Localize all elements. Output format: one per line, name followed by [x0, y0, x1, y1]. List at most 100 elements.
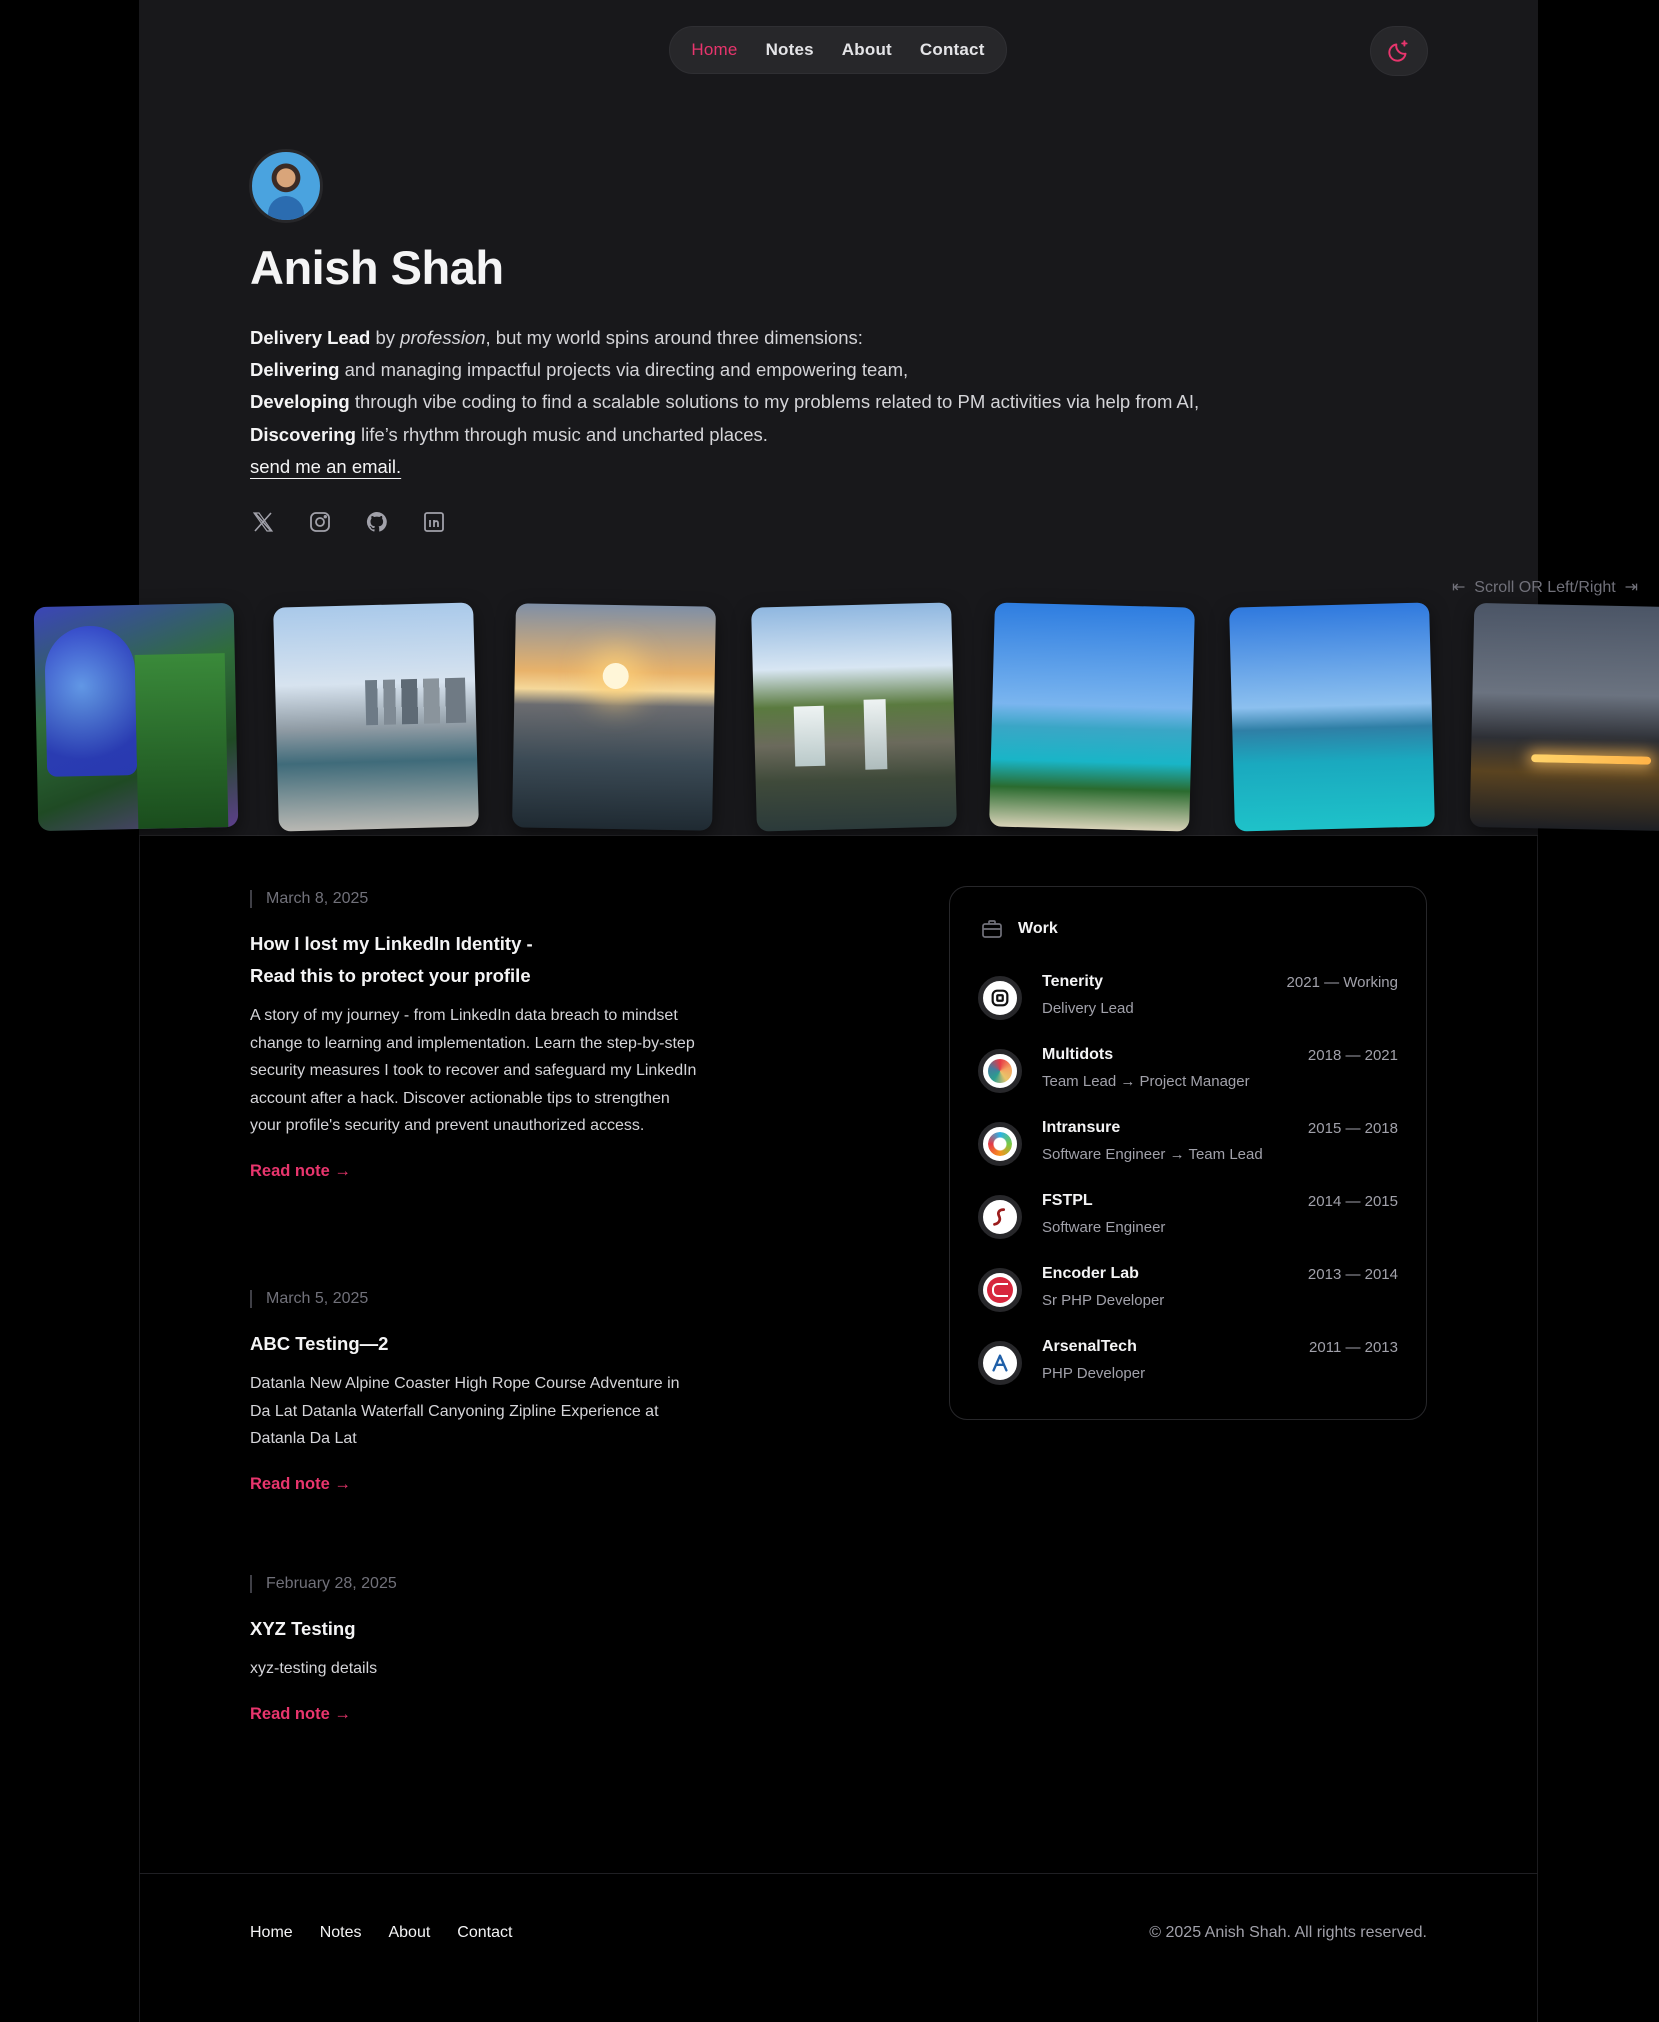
bio-role: Delivery Lead — [250, 327, 371, 348]
avatar — [249, 149, 323, 223]
email-link[interactable]: send me an email. — [250, 456, 401, 477]
theme-toggle-button[interactable] — [1370, 26, 1428, 76]
work-item: ArsenalTech PHP Developer 2011 — 2013 — [978, 1338, 1398, 1390]
bio-intro: , but my world spins around three dimens… — [485, 327, 863, 348]
work-item: Intransure Software Engineer → Team Lead… — [978, 1119, 1398, 1171]
night-city-photo[interactable] — [1469, 602, 1659, 832]
beach-photo[interactable] — [989, 602, 1195, 832]
note-date: March 8, 2025 — [250, 890, 700, 908]
bio-line-5: send me an email. — [250, 451, 1350, 483]
bio-developing-text: through vibe coding to find a scalable s… — [349, 391, 1200, 413]
intransure-logo — [978, 1122, 1022, 1166]
company-role: PHP Developer — [1042, 1365, 1146, 1382]
work-item: Multidots Team Lead → Project Manager 20… — [978, 1046, 1398, 1098]
footer-link-notes[interactable]: Notes — [320, 1924, 362, 1942]
footer-link-contact[interactable]: Contact — [457, 1924, 512, 1942]
city-lights — [1531, 754, 1652, 765]
bio-line-2: Delivering and managing impactful projec… — [250, 354, 1350, 386]
company-role: Software Engineer → Team Lead — [1042, 1146, 1263, 1163]
bio-delivering: Delivering — [250, 359, 340, 381]
note-excerpt: xyz-testing details — [250, 1660, 378, 1677]
note-date: February 28, 2025 — [250, 1575, 700, 1593]
company-role: Sr PHP Developer — [1042, 1292, 1165, 1309]
github-icon[interactable] — [364, 509, 390, 535]
work-card: Work Tenerity Delivery Lead 2021 — Worki… — [949, 886, 1427, 1420]
main-nav: Home Notes About Contact — [669, 26, 1007, 74]
footer-link-about[interactable]: About — [388, 1924, 430, 1942]
work-item: Encoder Lab Sr PHP Developer 2013 — 2014 — [978, 1265, 1398, 1317]
note-title[interactable]: How I lost my LinkedIn Identity - Read t… — [250, 928, 540, 992]
company-years: 2018 — 2021 — [1307, 1047, 1398, 1064]
bio-by: by — [370, 327, 401, 348]
garden-photo[interactable] — [33, 602, 239, 832]
read-note-link[interactable]: Read note → — [250, 1475, 700, 1494]
tenerity-logo — [978, 976, 1022, 1020]
company-role: Software Engineer — [1042, 1219, 1166, 1236]
garden-foliage — [134, 653, 229, 829]
bio-developing: Developing — [250, 391, 350, 413]
company-years: 2015 — 2018 — [1307, 1120, 1398, 1137]
company-years: 2021 — Working — [1286, 974, 1398, 991]
nav-about[interactable]: About — [828, 40, 906, 60]
encoder-lab-logo — [978, 1268, 1022, 1312]
garden-sculpture — [44, 625, 138, 777]
company-role: Delivery Lead — [1042, 1000, 1134, 1017]
footer-nav: Home Notes About Contact — [250, 1924, 512, 1942]
arrow-right-bar-icon: ⇥ — [1615, 579, 1638, 596]
company-name: FSTPL — [1042, 1192, 1093, 1209]
social-links — [250, 509, 447, 535]
linkedin-icon[interactable] — [421, 509, 447, 535]
nav-contact[interactable]: Contact — [906, 40, 999, 60]
footer-link-home[interactable]: Home — [250, 1924, 293, 1942]
scroll-hint: ⇤ Scroll OR Left/Right ⇥ — [1452, 577, 1638, 597]
sunset-sea-photo[interactable] — [512, 603, 716, 831]
instagram-icon[interactable] — [307, 509, 333, 535]
read-note-link[interactable]: Read note → — [250, 1705, 700, 1724]
work-title: Work — [1018, 920, 1058, 937]
company-name: Intransure — [1042, 1119, 1121, 1136]
waterfall-stream — [793, 705, 826, 767]
note-date: March 5, 2025 — [250, 1290, 700, 1308]
note-card: February 28, 2025 XYZ Testing xyz-testin… — [250, 1575, 700, 1724]
company-years: 2011 — 2013 — [1309, 1339, 1398, 1356]
bio-line-4: Discovering life’s rhythm through music … — [250, 419, 1350, 451]
company-name: Multidots — [1042, 1046, 1114, 1063]
read-note-link[interactable]: Read note → — [250, 1162, 700, 1181]
company-role: Team Lead → Project Manager — [1042, 1073, 1250, 1090]
note-title[interactable]: XYZ Testing — [250, 1613, 700, 1645]
note-title[interactable]: ABC Testing—2 — [250, 1328, 700, 1360]
work-header: Work — [980, 917, 1058, 941]
work-item: Tenerity Delivery Lead 2021 — Working — [978, 973, 1398, 1025]
scroll-hint-text: Scroll OR Left/Right — [1474, 579, 1616, 596]
company-years: 2014 — 2015 — [1307, 1193, 1398, 1210]
bio-line-3: Developing through vibe coding to find a… — [250, 386, 1350, 418]
copyright: © 2025 Anish Shah. All rights reserved. — [1149, 1924, 1427, 1941]
page-title: Anish Shah — [250, 241, 504, 294]
bio: Delivery Lead by profession, but my worl… — [250, 322, 1350, 483]
company-name: Tenerity — [1042, 973, 1104, 990]
note-excerpt: A story of my journey - from LinkedIn da… — [250, 1007, 697, 1135]
x-icon[interactable] — [250, 509, 276, 535]
company-name: Encoder Lab — [1042, 1265, 1139, 1282]
bio-discovering: Discovering — [250, 423, 356, 445]
note-card: March 5, 2025 ABC Testing—2 Datanla New … — [250, 1290, 700, 1494]
bio-discovering-text: life’s rhythm through music and uncharte… — [355, 423, 768, 445]
multidots-logo — [978, 1049, 1022, 1093]
bio-profession: profession — [400, 327, 486, 348]
arrow-left-bar-icon: ⇤ — [1452, 579, 1475, 596]
nav-home[interactable]: Home — [677, 40, 751, 60]
bio-delivering-text: and managing impactful projects via dire… — [339, 359, 909, 381]
bay-photo[interactable] — [1229, 602, 1435, 832]
merlion-photo[interactable] — [273, 602, 479, 832]
skyline — [365, 677, 467, 726]
company-years: 2013 — 2014 — [1307, 1266, 1398, 1283]
bio-line-1: Delivery Lead by profession, but my worl… — [250, 322, 1350, 354]
note-excerpt: Datanla New Alpine Coaster High Rope Cou… — [250, 1375, 680, 1448]
note-card: March 8, 2025 How I lost my LinkedIn Ide… — [250, 890, 700, 1181]
nav-notes[interactable]: Notes — [752, 40, 828, 60]
arsenaltech-logo — [978, 1341, 1022, 1385]
waterfall-stream-2 — [863, 699, 888, 770]
waterfall-photo[interactable] — [751, 602, 957, 832]
moon-sparkle-icon — [1388, 40, 1408, 62]
work-item: FSTPL Software Engineer 2014 — 2015 — [978, 1192, 1398, 1244]
